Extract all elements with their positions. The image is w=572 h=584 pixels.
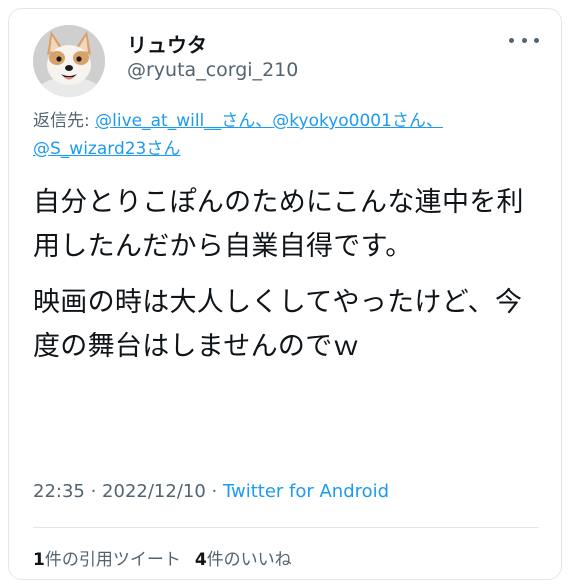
tweet-text: 自分とりこぽんのためにこんな連中を利用したんだから自業自得です。 映画の時は大人…: [33, 181, 538, 381]
tweet-paragraph: 自分とりこぽんのためにこんな連中を利用したんだから自業自得です。: [33, 187, 524, 262]
avatar[interactable]: [33, 25, 105, 97]
tweet-date[interactable]: 2022/12/10: [102, 481, 206, 502]
reply-to: 返信先: @live_at_will__さん、@kyokyo0001さん、@S_…: [33, 107, 533, 163]
mention-separator: 、: [425, 111, 443, 131]
likes-link[interactable]: 4件のいいね: [195, 550, 292, 570]
mention-separator: 、: [255, 111, 273, 131]
dot: [509, 37, 514, 43]
reply-label: 返信先:: [33, 111, 96, 131]
meta-dot: ·: [205, 481, 223, 502]
user-handle[interactable]: @ryuta_corgi_210: [127, 59, 298, 81]
tweet-card: リュウタ @ryuta_corgi_210 返信先: @live_at_will…: [8, 8, 562, 580]
quote-tweets-link[interactable]: 1件の引用ツイート: [33, 550, 181, 570]
mention-link[interactable]: @S_wizard23さん: [33, 139, 180, 159]
quote-label: 件の引用ツイート: [44, 550, 181, 570]
dot: [534, 37, 539, 43]
tweet-time[interactable]: 22:35: [33, 481, 85, 502]
tweet-stats: 1件の引用ツイート 4件のいいね: [33, 545, 292, 570]
quote-count: 1: [33, 550, 45, 570]
divider: [33, 527, 539, 528]
more-options-icon[interactable]: [509, 31, 539, 49]
tweet-paragraph: 映画の時は大人しくしてやったけど、今度の舞台はしませんのでｗ: [33, 287, 523, 362]
tweet-meta: 22:35 · 2022/12/10 · Twitter for Android: [33, 481, 389, 502]
tweet-source[interactable]: Twitter for Android: [223, 481, 389, 502]
like-count: 4: [194, 550, 207, 570]
dot: [521, 37, 527, 43]
display-name[interactable]: リュウタ: [127, 29, 207, 58]
meta-dot: ·: [84, 481, 103, 502]
mention-link[interactable]: @kyokyo0001さん: [272, 111, 426, 131]
corgi-avatar-icon: [33, 25, 105, 97]
like-label: 件のいいね: [206, 550, 292, 570]
mention-link[interactable]: @live_at_will__さん: [95, 111, 255, 131]
